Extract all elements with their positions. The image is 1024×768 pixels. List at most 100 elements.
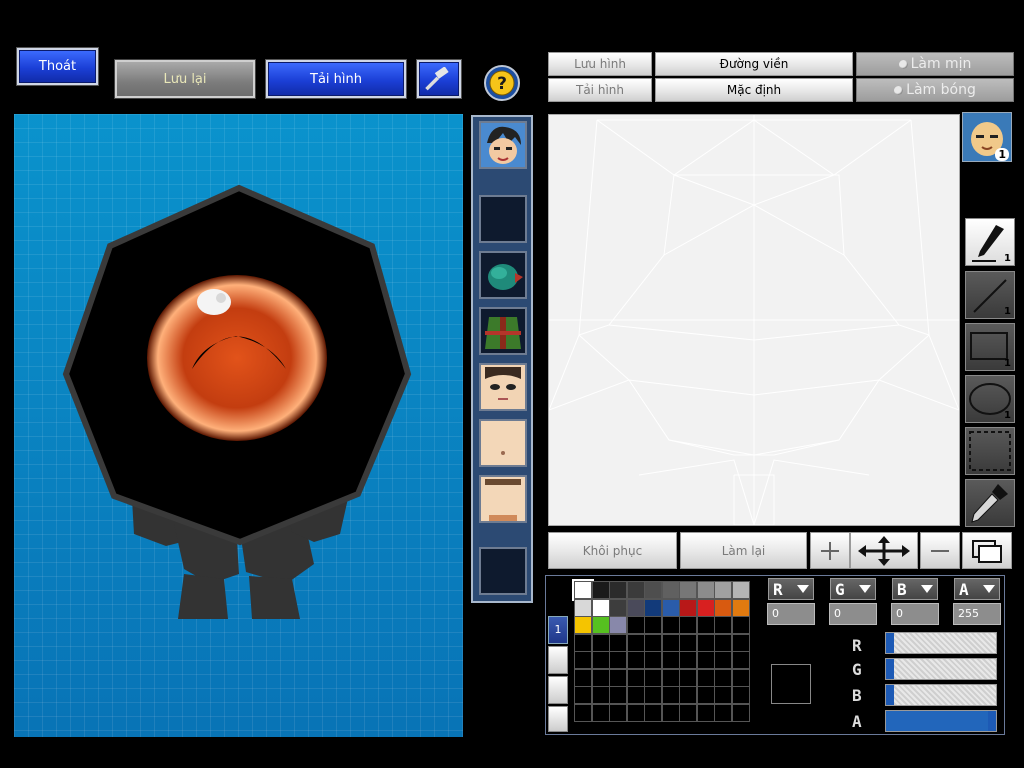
save-image-button[interactable]: Lưu hình (548, 52, 652, 76)
palette-swatch[interactable] (626, 598, 645, 617)
palette-swatch[interactable] (644, 598, 662, 617)
palette-swatch[interactable] (572, 579, 594, 601)
palette-swatch[interactable] (609, 581, 627, 599)
palette-swatch[interactable] (591, 651, 610, 669)
palette-swatch[interactable] (731, 598, 750, 617)
palette-swatch[interactable] (731, 616, 750, 634)
palette-swatch-grid[interactable] (572, 579, 754, 731)
palette-swatch[interactable] (626, 703, 645, 722)
move-button[interactable] (850, 532, 918, 569)
pen-tool[interactable]: 1 (965, 218, 1015, 266)
palette-swatch[interactable] (714, 703, 732, 722)
restore-button[interactable]: Khôi phục (548, 532, 677, 569)
palette-swatch[interactable] (679, 686, 697, 704)
save-button[interactable]: Lưu lại (115, 60, 255, 98)
palette-swatch[interactable] (661, 581, 680, 599)
palette-swatch[interactable] (661, 668, 680, 687)
palette-swatch[interactable] (591, 581, 610, 599)
palette-swatch[interactable] (626, 633, 645, 652)
default-button[interactable]: Mặc định (655, 78, 853, 102)
palette-swatch[interactable] (696, 686, 715, 704)
alpha-channel-dropdown[interactable]: A (954, 578, 1000, 600)
load-image-button[interactable]: Tải hình (548, 78, 652, 102)
palette-swatch[interactable] (696, 668, 715, 687)
smooth-button[interactable]: Làm mịn (856, 52, 1014, 76)
palette-swatch[interactable] (591, 616, 610, 634)
red-slider[interactable] (885, 632, 997, 654)
zoom-in-button[interactable] (810, 532, 850, 569)
palette-swatch[interactable] (644, 668, 662, 687)
palette-swatch[interactable] (644, 633, 662, 652)
layer-thumbnail[interactable]: 1 (962, 112, 1012, 162)
palette-swatch[interactable] (644, 581, 662, 599)
palette-swatch[interactable] (714, 686, 732, 704)
green-value-field[interactable]: 0 (829, 603, 877, 625)
palette-swatch[interactable] (644, 616, 662, 634)
palette-swatch[interactable] (609, 616, 627, 634)
palette-swatch[interactable] (591, 686, 610, 704)
palette-swatch[interactable] (591, 633, 610, 652)
palette-swatch[interactable] (696, 616, 715, 634)
part-slot-skin-2[interactable] (479, 475, 527, 523)
palette-swatch[interactable] (574, 616, 592, 634)
palette-swatch[interactable] (661, 651, 680, 669)
palette-swatch[interactable] (574, 703, 592, 722)
part-slot-skin-1[interactable] (479, 419, 527, 467)
exit-button[interactable]: Thoát (17, 48, 98, 85)
palette-page-tab-2[interactable] (548, 646, 568, 674)
palette-swatch[interactable] (714, 633, 732, 652)
palette-swatch[interactable] (574, 651, 592, 669)
palette-swatch[interactable] (574, 686, 592, 704)
green-channel-dropdown[interactable]: G (830, 578, 876, 600)
green-slider[interactable] (885, 658, 997, 680)
palette-swatch[interactable] (626, 668, 645, 687)
character-preview-stage[interactable] (14, 114, 463, 737)
palette-swatch[interactable] (714, 668, 732, 687)
palette-swatch[interactable] (609, 668, 627, 687)
palette-page-tab-3[interactable] (548, 676, 568, 704)
palette-swatch[interactable] (696, 581, 715, 599)
blue-slider[interactable] (885, 684, 997, 706)
palette-swatch[interactable] (626, 651, 645, 669)
palette-swatch[interactable] (714, 651, 732, 669)
red-value-field[interactable]: 0 (767, 603, 815, 625)
palette-swatch[interactable] (731, 668, 750, 687)
hammer-button[interactable] (417, 60, 461, 98)
palette-swatch[interactable] (679, 651, 697, 669)
palette-swatch[interactable] (626, 686, 645, 704)
eyedropper-tool[interactable] (965, 479, 1015, 527)
palette-swatch[interactable] (574, 598, 592, 617)
shade-button[interactable]: Làm bóng (856, 78, 1014, 102)
palette-swatch[interactable] (626, 581, 645, 599)
part-slot-hat[interactable] (479, 251, 527, 299)
palette-swatch[interactable] (679, 581, 697, 599)
red-channel-dropdown[interactable]: R (768, 578, 814, 600)
alpha-value-field[interactable]: 255 (953, 603, 1001, 625)
outline-button[interactable]: Đường viền (655, 52, 853, 76)
selection-tool[interactable] (965, 427, 1015, 475)
palette-swatch[interactable] (731, 703, 750, 722)
palette-swatch[interactable] (591, 703, 610, 722)
part-slot-outfit[interactable] (479, 307, 527, 355)
palette-swatch[interactable] (661, 598, 680, 617)
zoom-out-button[interactable] (920, 532, 960, 569)
palette-swatch[interactable] (609, 633, 627, 652)
palette-swatch[interactable] (696, 703, 715, 722)
alpha-slider[interactable] (885, 710, 997, 732)
blue-value-field[interactable]: 0 (891, 603, 939, 625)
palette-swatch[interactable] (679, 633, 697, 652)
palette-swatch[interactable] (609, 651, 627, 669)
layer-copy-button[interactable] (962, 532, 1012, 569)
palette-swatch[interactable] (591, 598, 610, 617)
palette-swatch[interactable] (574, 668, 592, 687)
palette-swatch[interactable] (609, 703, 627, 722)
palette-swatch[interactable] (661, 703, 680, 722)
palette-swatch[interactable] (714, 598, 732, 617)
palette-swatch[interactable] (696, 633, 715, 652)
palette-swatch[interactable] (696, 651, 715, 669)
palette-swatch[interactable] (609, 686, 627, 704)
part-slot-empty-1[interactable] (479, 195, 527, 243)
load-button[interactable]: Tải hình (266, 60, 406, 98)
palette-swatch[interactable] (661, 616, 680, 634)
line-tool[interactable]: 1 (965, 271, 1015, 319)
